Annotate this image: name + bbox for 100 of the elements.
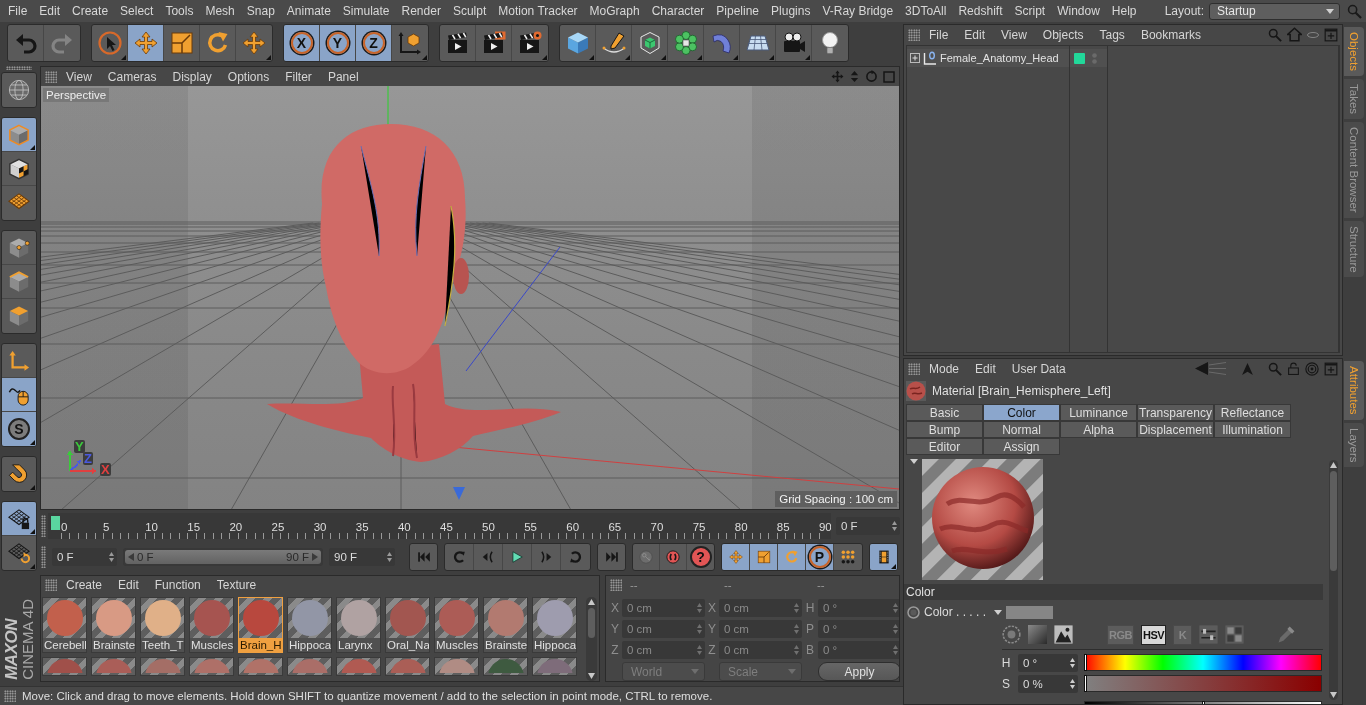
material-thumbnail[interactable] — [140, 657, 185, 676]
material-thumbnail[interactable] — [483, 657, 528, 676]
frame-field[interactable]: 0 F — [52, 547, 117, 566]
menu-item[interactable]: Character — [645, 1, 711, 21]
grip-icon[interactable] — [41, 545, 46, 568]
slider-thumb[interactable] — [1084, 654, 1087, 671]
attributes-menu-item[interactable]: Edit — [968, 360, 1003, 377]
menu-item[interactable]: Create — [66, 1, 115, 21]
object-menu-item[interactable]: Edit — [957, 26, 993, 43]
material-thumbnail[interactable] — [532, 657, 577, 676]
timeline-button[interactable] — [870, 543, 897, 570]
object-menu-item[interactable]: View — [994, 26, 1034, 43]
material-thumbnail[interactable]: Brainste — [91, 597, 136, 653]
attributes-menu-item[interactable]: User Data — [1004, 360, 1073, 377]
grid-lock-button[interactable] — [2, 502, 36, 536]
rotate-view-icon[interactable] — [865, 70, 878, 83]
material-menu-item[interactable]: Texture — [209, 576, 264, 594]
menu-item[interactable]: V-Ray Bridge — [816, 1, 900, 21]
material-thumbnail[interactable] — [385, 657, 430, 676]
rotate-button[interactable] — [778, 543, 806, 570]
material-thumbnail[interactable] — [434, 657, 479, 676]
object-menu-item[interactable]: Bookmarks — [1133, 26, 1208, 43]
material-thumbnail[interactable] — [336, 657, 381, 676]
panel-tab[interactable]: Attributes — [1344, 361, 1364, 420]
frame-field[interactable]: 90 F — [329, 547, 395, 566]
move-view-icon[interactable] — [831, 70, 844, 83]
search-icon[interactable] — [1268, 27, 1282, 42]
menu-item[interactable]: Script — [1008, 1, 1052, 21]
material-thumbnail[interactable]: Larynx — [336, 597, 381, 653]
object-menu-item[interactable]: Objects — [1035, 26, 1091, 43]
scrollbar-thumb[interactable] — [1330, 471, 1337, 571]
layout-dropdown[interactable]: Startup — [1209, 2, 1340, 20]
tweak-button[interactable] — [2, 378, 36, 412]
menu-item[interactable]: 3DToAll — [899, 1, 953, 21]
search-icon[interactable] — [1347, 3, 1362, 19]
channel-field[interactable]: 0 ° — [1018, 653, 1078, 672]
slider-thumb[interactable] — [1084, 675, 1087, 692]
expand-icon[interactable] — [910, 53, 920, 63]
color-mode-button[interactable]: HSV — [1140, 624, 1167, 645]
attribute-tab[interactable]: Editor — [906, 438, 983, 455]
solo-button[interactable]: S — [2, 412, 36, 446]
material-menu-item[interactable]: Edit — [111, 576, 146, 594]
menu-item[interactable]: Window — [1051, 1, 1106, 21]
axis-lock-button[interactable]: Y — [320, 25, 356, 61]
up-arrow-icon[interactable] — [1241, 361, 1254, 376]
new-panel-icon[interactable] — [1324, 361, 1338, 376]
grip-icon[interactable] — [908, 362, 920, 375]
sliders-icon[interactable] — [1199, 625, 1219, 644]
attribute-tab[interactable]: Transparency — [1137, 404, 1214, 421]
arrow-up-icon[interactable] — [1330, 462, 1337, 468]
grip-icon[interactable] — [45, 579, 57, 591]
material-thumbnail[interactable] — [238, 657, 283, 676]
grip-icon[interactable] — [4, 690, 16, 702]
viewport-menu-item[interactable]: View — [59, 68, 99, 85]
maximize-icon[interactable] — [883, 70, 895, 83]
visibility-dots-icon[interactable] — [1092, 52, 1097, 64]
menu-item[interactable]: Sculpt — [446, 1, 493, 21]
color-slider-track[interactable] — [1084, 654, 1322, 671]
attribute-tab[interactable]: Bump — [906, 421, 983, 438]
radio-icon[interactable] — [907, 605, 920, 619]
attributes-menu-item[interactable]: Mode — [922, 360, 967, 377]
material-thumbnail[interactable]: Muscles — [434, 597, 479, 653]
menu-item[interactable]: Snap — [240, 1, 281, 21]
home-icon[interactable] — [1287, 27, 1302, 42]
swatch-grid-icon[interactable] — [1225, 625, 1245, 644]
grip-icon[interactable] — [45, 70, 57, 83]
search-icon[interactable] — [1268, 361, 1282, 376]
object-row[interactable]: Female_Anatomy_Head — [907, 49, 1069, 67]
menu-item[interactable]: Plugins — [765, 1, 817, 21]
picture-icon[interactable] — [1054, 625, 1073, 644]
gradient-square-icon[interactable] — [1028, 625, 1047, 644]
color-slider-track[interactable] — [1084, 675, 1322, 692]
menu-item[interactable]: Select — [114, 1, 160, 21]
scrollbar[interactable] — [586, 597, 597, 681]
parameter-button[interactable]: P — [806, 543, 834, 570]
attribute-tab[interactable]: Basic — [906, 404, 983, 421]
arrow-left-icon[interactable] — [128, 552, 134, 561]
move-button[interactable] — [128, 25, 164, 61]
menu-item[interactable]: MoGraph — [583, 1, 646, 21]
attribute-tab[interactable]: Luminance — [1060, 404, 1137, 421]
material-thumbnail[interactable] — [287, 657, 332, 676]
scrollbar[interactable] — [1329, 460, 1338, 700]
menu-item[interactable]: File — [2, 1, 34, 21]
lock-icon[interactable] — [1287, 361, 1300, 376]
channel-field[interactable]: 0 % — [1018, 674, 1078, 693]
grip-icon[interactable] — [6, 66, 32, 70]
material-thumbnail[interactable]: Brain_H — [238, 597, 283, 653]
section-header[interactable]: Color — [904, 584, 1323, 600]
zoom-view-icon[interactable] — [849, 70, 860, 83]
material-thumbnail[interactable]: Oral_Na — [385, 597, 430, 653]
material-thumbnail[interactable]: Brainste — [483, 597, 528, 653]
material-thumbnail[interactable]: Teeth_T — [140, 597, 185, 653]
attribute-tab[interactable]: Reflectance — [1214, 404, 1291, 421]
object-menu-item[interactable]: File — [922, 26, 956, 43]
menu-item[interactable]: Pipeline — [710, 1, 766, 21]
viewport-menu-item[interactable]: Display — [165, 68, 219, 85]
material-menu-item[interactable]: Create — [59, 576, 110, 594]
model-button[interactable] — [2, 118, 36, 152]
attribute-tab[interactable]: Assign — [983, 438, 1060, 455]
arrow-down-icon[interactable] — [588, 673, 595, 679]
